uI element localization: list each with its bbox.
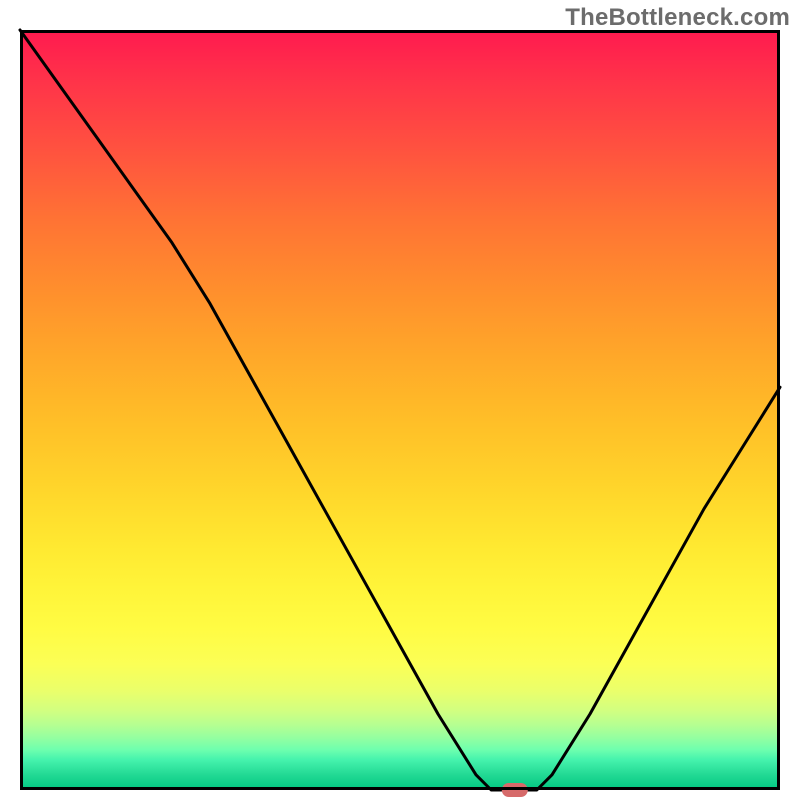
- watermark-text: TheBottleneck.com: [565, 4, 790, 32]
- optimum-marker: [502, 783, 528, 797]
- bottleneck-curve: [20, 30, 780, 790]
- curve-svg: [20, 30, 780, 790]
- plot-area: [20, 30, 780, 790]
- chart-container: TheBottleneck.com: [0, 0, 800, 800]
